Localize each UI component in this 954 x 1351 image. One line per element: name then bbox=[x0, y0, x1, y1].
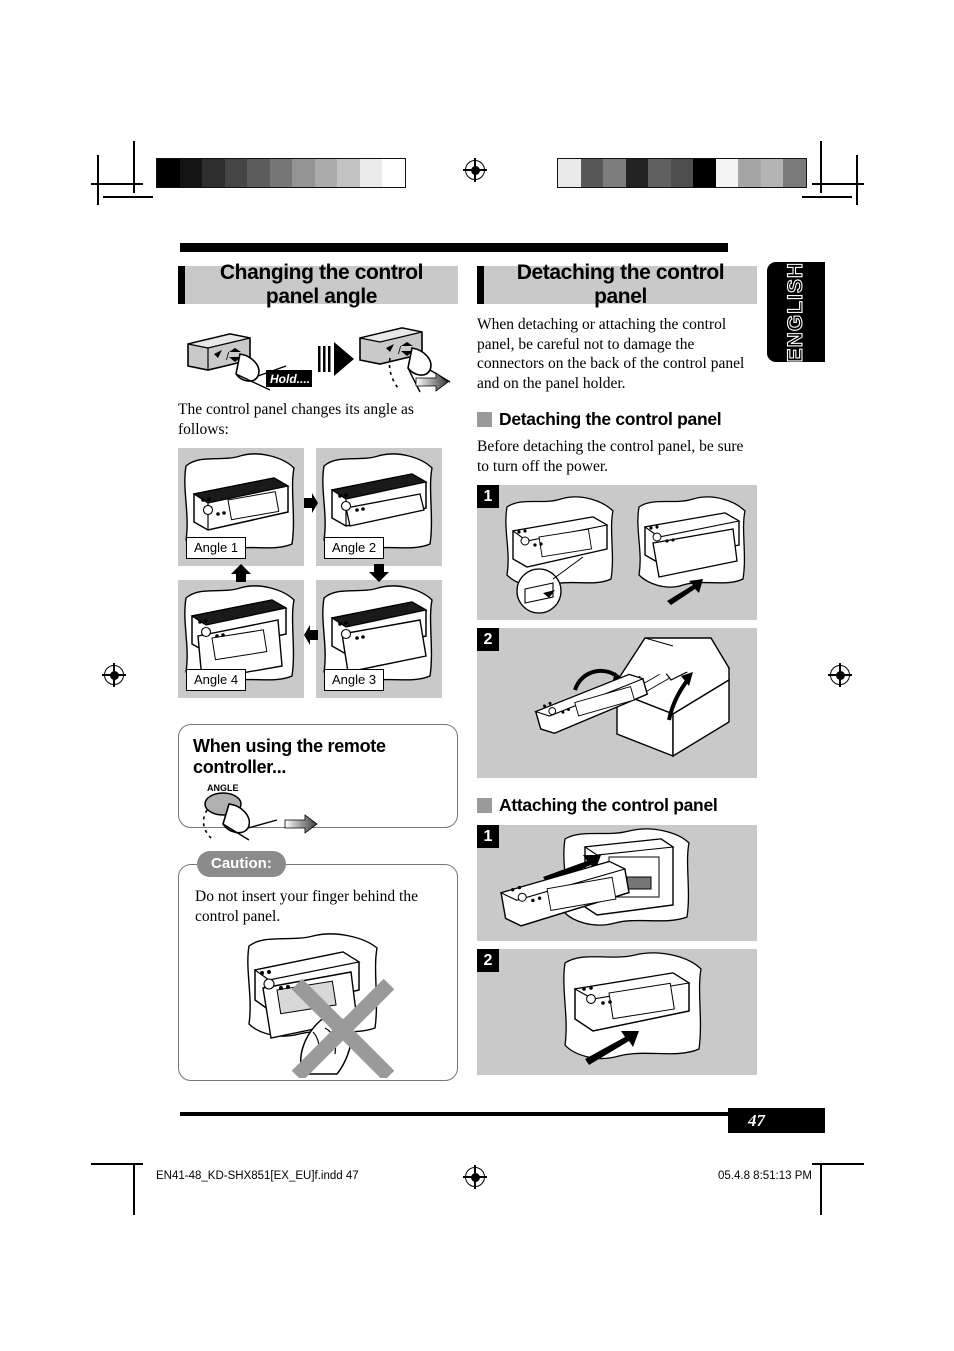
step-number: 1 bbox=[477, 485, 499, 508]
angle-panel-grid: Angle 1 Angle 2 Angle 4 Angle 3 bbox=[178, 448, 442, 698]
header-rule bbox=[180, 243, 728, 252]
detaching-step-1-panel: 1 bbox=[477, 485, 757, 620]
attaching-step-1-panel: 1 bbox=[477, 825, 757, 941]
angle-label-4: Angle 4 bbox=[186, 669, 247, 691]
hold-button-svg: / Hold.... / bbox=[187, 327, 451, 393]
subsection-title: Detaching the control panel bbox=[499, 409, 722, 429]
section-header-changing-angle: Changing the control panel angle bbox=[178, 261, 458, 308]
angle-label-3: Angle 3 bbox=[324, 669, 385, 691]
remote-box-title: When using the remote controller... bbox=[193, 736, 386, 777]
remote-angle-button-svg: ANGLE bbox=[202, 783, 318, 841]
left-column: Changing the control panel angle / Hold.… bbox=[178, 261, 458, 1082]
hold-button-illustration: / Hold.... / bbox=[178, 316, 458, 398]
detaching-intro-text: When detaching or attaching the control … bbox=[477, 316, 745, 392]
language-tab-label: ENGLISH bbox=[783, 261, 807, 363]
angle-label-1: Angle 1 bbox=[186, 537, 247, 559]
detaching-step-2-svg bbox=[534, 637, 730, 758]
subsection-attaching: Attaching the control panel bbox=[477, 795, 757, 816]
detaching-note-text: Before detaching the control panel, be s… bbox=[477, 438, 744, 475]
manual-page: ENGLISH Changing the control panel angle… bbox=[0, 0, 954, 1351]
section-title: Detaching the control panel bbox=[516, 261, 725, 308]
attaching-step-2-svg bbox=[563, 952, 702, 1065]
caution-illustration-svg bbox=[247, 933, 395, 1082]
attaching-step-1-svg bbox=[499, 828, 690, 927]
arrow-left-icon bbox=[304, 625, 318, 645]
detaching-step-2-panel: 2 bbox=[477, 628, 757, 778]
subsection-detaching: Detaching the control panel bbox=[477, 409, 757, 430]
angle-panel-2: Angle 2 bbox=[316, 448, 442, 566]
angle-intro-text: The control panel changes its angle as f… bbox=[178, 401, 414, 438]
right-column: Detaching the control panel When detachi… bbox=[477, 261, 757, 1075]
section-title: Changing the control panel angle bbox=[219, 261, 424, 308]
footer-file-name: EN41-48_KD-SHX851[EX_EU]f.indd 47 bbox=[156, 1170, 359, 1182]
angle-panel-1: Angle 1 bbox=[178, 448, 304, 566]
section-header-detaching-panel: Detaching the control panel bbox=[477, 261, 757, 308]
hold-label: Hold.... bbox=[270, 372, 310, 386]
page-number-badge: 47 bbox=[728, 1108, 825, 1133]
remote-controller-box: When using the remote controller... ANGL… bbox=[178, 724, 458, 841]
step-number: 2 bbox=[477, 628, 499, 651]
angle-button-label: ANGLE bbox=[207, 783, 239, 793]
footer-rule bbox=[180, 1112, 728, 1116]
arrow-up-icon bbox=[231, 564, 251, 582]
footer-timestamp: 05.4.8 8:51:13 PM bbox=[718, 1170, 812, 1182]
motion-arrow-icon bbox=[318, 342, 354, 376]
angle-panel-3: Angle 3 bbox=[316, 580, 442, 698]
step-number: 2 bbox=[477, 949, 499, 972]
detaching-step-1-svg bbox=[505, 496, 746, 614]
caution-pill-label: Caution: bbox=[197, 851, 286, 877]
language-tab: ENGLISH bbox=[767, 261, 825, 363]
caution-box: Caution: Do not insert your finger behin… bbox=[178, 851, 458, 1082]
arrow-right-icon bbox=[304, 493, 318, 513]
attaching-step-2-panel: 2 bbox=[477, 949, 757, 1075]
subsection-title: Attaching the control panel bbox=[499, 795, 718, 815]
angle-label-2: Angle 2 bbox=[324, 537, 385, 559]
page-number: 47 bbox=[748, 1110, 765, 1130]
square-bullet-icon bbox=[477, 798, 492, 813]
arrow-down-icon bbox=[369, 564, 389, 582]
caution-text: Do not insert your finger behind the con… bbox=[195, 888, 418, 925]
square-bullet-icon bbox=[477, 412, 492, 427]
angle-panel-4: Angle 4 bbox=[178, 580, 304, 698]
step-number: 1 bbox=[477, 825, 499, 848]
